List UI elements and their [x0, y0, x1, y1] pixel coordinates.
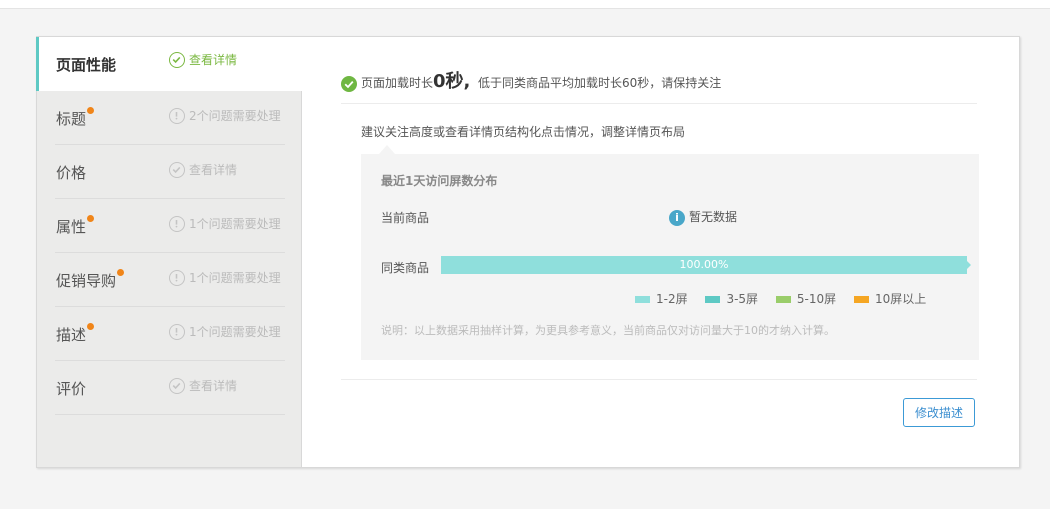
sidebar-item-status[interactable]: 2个问题需要处理 — [169, 107, 281, 124]
exclamation-circle-icon — [169, 323, 185, 340]
load-time-prefix: 页面加载时长 — [361, 76, 434, 90]
top-bar — [0, 0, 1050, 9]
sidebar-item-attributes[interactable]: 属性 1个问题需要处理 — [37, 199, 301, 253]
panel-title: 最近1天访问屏数分布 — [381, 174, 498, 188]
sidebar-item-status[interactable]: 查看详情 — [169, 51, 237, 68]
edit-description-button[interactable]: 修改描述 — [903, 398, 975, 427]
distribution-bar: 100.00% — [441, 256, 971, 274]
sidebar-item-reviews[interactable]: 评价 查看详情 — [37, 361, 301, 415]
panel-pointer — [379, 145, 395, 154]
alert-dot-icon — [87, 323, 95, 330]
legend-item-5-10: 5-10屏 — [775, 290, 836, 307]
sidebar-item-performance[interactable]: 页面性能 查看详情 — [36, 37, 302, 91]
exclamation-circle-icon — [169, 269, 185, 286]
load-time-summary: 页面加载时长0秒, 低于同类商品平均加载时长60秒，请保持关注 — [341, 67, 721, 93]
sidebar-item-status[interactable]: 1个问题需要处理 — [169, 215, 281, 232]
sidebar-item-price[interactable]: 价格 查看详情 — [37, 145, 301, 199]
exclamation-circle-icon — [169, 107, 185, 124]
info-icon: i — [669, 209, 685, 226]
legend-swatch — [775, 296, 791, 303]
sidebar-item-status[interactable]: 1个问题需要处理 — [169, 269, 281, 286]
sidebar-item-status[interactable]: 查看详情 — [169, 161, 237, 178]
legend-swatch — [635, 296, 650, 303]
legend-item-1-2: 1-2屏 — [635, 290, 688, 307]
bar-segment-1-2: 100.00% — [441, 256, 967, 274]
current-product-label: 当前商品 — [381, 211, 430, 225]
exclamation-circle-icon — [169, 215, 185, 232]
alert-dot-icon — [117, 269, 125, 276]
alert-dot-icon — [87, 215, 95, 222]
sidebar-item-status[interactable]: 查看详情 — [169, 377, 237, 394]
legend-swatch — [705, 296, 721, 303]
bar-end-marker — [967, 261, 971, 269]
advice-text: 建议关注高度或查看详情页结构化点击情况，调整详情页布局 — [361, 125, 686, 139]
load-time-value: 0秒, — [433, 71, 471, 92]
sidebar: 页面性能 查看详情 标题 2个问题需要处理 价格 查看详情 属性 1个问题需要处… — [36, 37, 302, 467]
sidebar-item-label: 促销导购 — [56, 269, 125, 291]
legend-item-10-plus: 10屏以上 — [853, 290, 926, 307]
divider — [55, 414, 285, 415]
legend-item-3-5: 3-5屏 — [705, 290, 758, 307]
diagnosis-card: 页面性能 查看详情 标题 2个问题需要处理 价格 查看详情 属性 1个问题需要处… — [36, 36, 1020, 468]
sidebar-item-label: 价格 — [56, 164, 87, 182]
sidebar-item-label: 标题 — [56, 107, 95, 129]
no-data-indicator: i 暂无数据 — [669, 208, 737, 226]
check-circle-icon — [341, 75, 357, 92]
load-time-comparison: 低于同类商品平均加载时长60秒，请保持关注 — [478, 76, 722, 90]
check-circle-icon — [169, 161, 185, 178]
check-circle-icon — [169, 51, 185, 68]
sidebar-item-label: 页面性能 — [56, 56, 117, 74]
legend-swatch — [853, 296, 869, 303]
sidebar-item-label: 描述 — [56, 323, 95, 345]
sidebar-item-promotion[interactable]: 促销导购 1个问题需要处理 — [37, 253, 301, 307]
alert-dot-icon — [87, 107, 95, 114]
sidebar-item-title[interactable]: 标题 2个问题需要处理 — [37, 91, 301, 145]
similar-product-label: 同类商品 — [381, 261, 430, 275]
legend: 1-2屏 3-5屏 5-10屏 10屏以上 — [635, 290, 940, 307]
sidebar-item-label: 评价 — [56, 380, 87, 398]
sidebar-item-status[interactable]: 1个问题需要处理 — [169, 323, 281, 340]
sidebar-item-description[interactable]: 描述 1个问题需要处理 — [37, 307, 301, 361]
screen-distribution-panel: 最近1天访问屏数分布 当前商品 i 暂无数据 同类商品 100.00% 1-2屏 … — [361, 154, 979, 360]
divider — [341, 103, 977, 104]
divider — [341, 379, 977, 380]
check-circle-icon — [169, 377, 185, 394]
note-text: 说明：以上数据采用抽样计算，为更具参考意义，当前商品仅对访问量大于10的才纳入计… — [381, 324, 835, 337]
sidebar-item-label: 属性 — [56, 215, 95, 237]
